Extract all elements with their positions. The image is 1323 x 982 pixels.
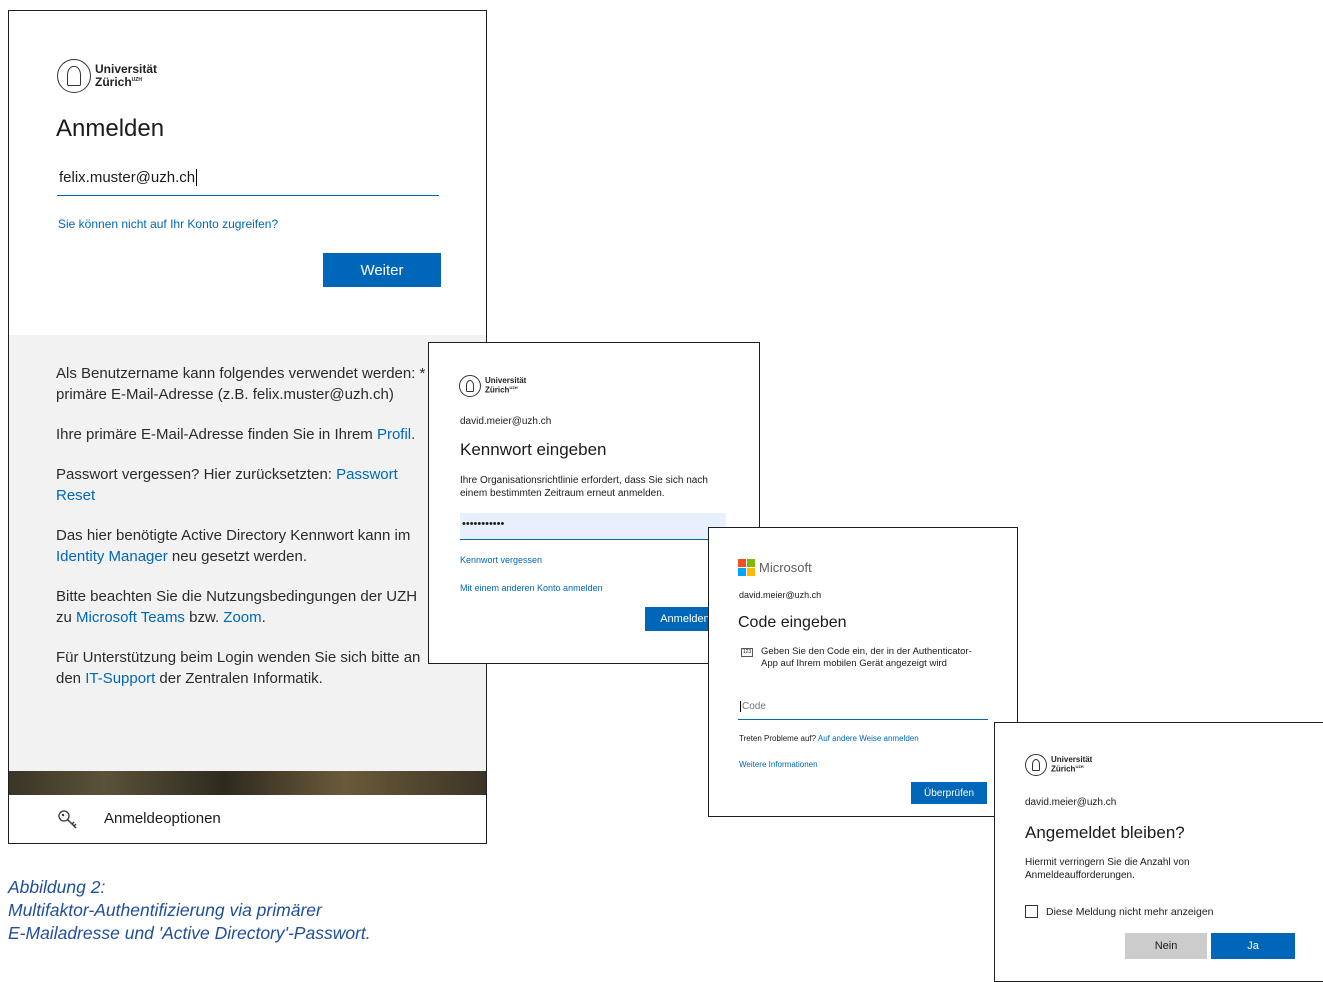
uzh-seal-icon bbox=[57, 59, 91, 93]
stay-description: Hiermit verringern Sie die Anzahl von An… bbox=[1025, 857, 1190, 881]
uzh-seal-icon bbox=[1025, 754, 1047, 776]
password-field[interactable]: ••••••••••• bbox=[460, 513, 726, 540]
trouble-text: Treten Probleme auf? Auf andere Weise an… bbox=[739, 734, 919, 743]
teams-link[interactable]: Microsoft Teams bbox=[76, 609, 185, 626]
signin-options-button[interactable]: Anmeldeoptionen bbox=[9, 795, 486, 843]
page-title: Kennwort eingeben bbox=[460, 440, 607, 459]
zoom-link[interactable]: Zoom bbox=[223, 609, 261, 626]
other-method-link[interactable]: Auf andere Weise anmelden bbox=[818, 734, 919, 743]
next-button[interactable]: Weiter bbox=[323, 253, 441, 287]
password-info: Passwort vergessen? Hier zurücksetzten: … bbox=[56, 466, 398, 504]
uzh-logo: Universität ZürichUZH bbox=[1025, 754, 1092, 776]
more-info-link[interactable]: Weitere Informationen bbox=[739, 760, 818, 769]
background-photo-strip bbox=[9, 771, 486, 795]
forgot-password-link[interactable]: Kennwort vergessen bbox=[460, 555, 542, 565]
code-description: Geben Sie den Code ein, der in der Authe… bbox=[761, 646, 972, 669]
verify-button[interactable]: Überprüfen bbox=[911, 782, 987, 804]
microsoft-logo: Microsoft bbox=[738, 559, 812, 576]
other-account-link[interactable]: Mit einem anderen Konto anmelden bbox=[460, 583, 603, 593]
figure-caption: Abbildung 2: Multifaktor-Authentifizieru… bbox=[8, 877, 371, 943]
account-email: david.meier@uzh.ch bbox=[1025, 797, 1117, 808]
username-info: Als Benutzername kann folgendes verwende… bbox=[56, 365, 426, 403]
info-section: Als Benutzername kann folgendes verwende… bbox=[9, 335, 486, 771]
account-email: david.meier@uzh.ch bbox=[460, 416, 552, 427]
page-title: Code eingeben bbox=[738, 614, 847, 631]
microsoft-logo-icon bbox=[738, 559, 755, 576]
code-input[interactable]: Code bbox=[738, 697, 988, 720]
profile-link[interactable]: Profil bbox=[377, 426, 411, 443]
support-info: Für Unterstützung beim Login wenden Sie … bbox=[56, 649, 421, 687]
terms-info: Bitte beachten Sie die Nutzungsbedingung… bbox=[56, 588, 418, 626]
uzh-logo: Universität ZürichUZH bbox=[459, 375, 526, 397]
signin-panel: Universität ZürichUZH Anmelden felix.mus… bbox=[8, 10, 487, 844]
uzh-seal-icon bbox=[459, 375, 481, 397]
account-email: david.meier@uzh.ch bbox=[739, 590, 822, 600]
dont-show-again-option[interactable]: Diese Meldung nicht mehr anzeigen bbox=[1025, 905, 1214, 918]
page-title: Angemeldet bleiben? bbox=[1025, 823, 1185, 842]
authenticator-icon: 123 bbox=[741, 648, 753, 657]
it-support-link[interactable]: IT-Support bbox=[85, 670, 155, 687]
ad-password-info: Das hier benötigte Active Directory Kenn… bbox=[56, 527, 411, 565]
email-field[interactable]: felix.muster@uzh.ch bbox=[57, 165, 439, 196]
uzh-logo: Universität ZürichUZH bbox=[57, 59, 157, 93]
dont-show-again-checkbox[interactable] bbox=[1025, 905, 1038, 918]
stay-signed-in-panel: Universität ZürichUZH david.meier@uzh.ch… bbox=[994, 722, 1323, 982]
cant-access-link[interactable]: Sie können nicht auf Ihr Konto zugreifen… bbox=[58, 217, 278, 231]
page-title: Anmelden bbox=[56, 115, 165, 142]
no-button[interactable]: Nein bbox=[1125, 933, 1207, 959]
email-info: Ihre primäre E-Mail-Adresse finden Sie i… bbox=[56, 426, 416, 443]
key-icon bbox=[57, 809, 79, 831]
code-panel: Microsoft david.meier@uzh.ch Code eingeb… bbox=[708, 527, 1018, 817]
yes-button[interactable]: Ja bbox=[1211, 933, 1295, 959]
identity-manager-link[interactable]: Identity Manager bbox=[56, 548, 168, 565]
policy-description: Ihre Organisationsrichtlinie erfordert, … bbox=[460, 475, 708, 499]
